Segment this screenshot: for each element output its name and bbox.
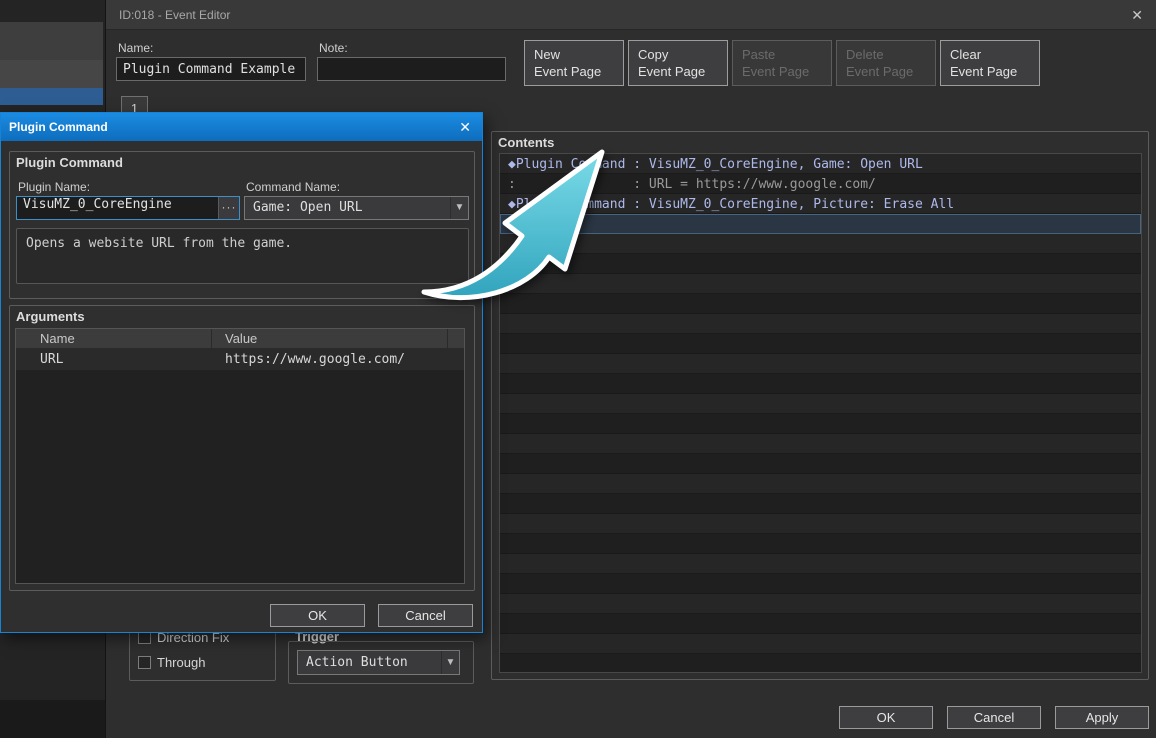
contents-row[interactable]	[500, 574, 1141, 594]
trigger-value: Action Button	[306, 655, 408, 670]
button-label: Event Page	[534, 64, 602, 79]
plugin-command-group: Plugin Command Plugin Name: VisuMZ_0_Cor…	[9, 151, 475, 299]
argument-value-cell: https://www.google.com/	[225, 352, 406, 367]
button-label: Event Page	[742, 64, 810, 79]
contents-row[interactable]	[500, 454, 1141, 474]
event-command-line[interactable]: ◆Plugin Command : VisuMZ_0_CoreEngine, P…	[508, 197, 954, 212]
contents-row[interactable]	[500, 394, 1141, 414]
arguments-group: Arguments Name Value URL https://www.goo…	[9, 305, 475, 591]
command-name-select[interactable]: Game: Open URL ▼	[244, 196, 469, 220]
contents-row[interactable]	[500, 514, 1141, 534]
button-label: Event Page	[846, 64, 914, 79]
plugin-name-value: VisuMZ_0_CoreEngine	[23, 197, 172, 212]
close-icon[interactable]: ✕	[459, 113, 471, 141]
contents-list[interactable]: ◆Plugin Command : VisuMZ_0_CoreEngine, G…	[499, 153, 1142, 673]
name-label: Name:	[118, 41, 154, 55]
chevron-down-icon: ▼	[441, 651, 459, 674]
contents-row[interactable]	[500, 414, 1141, 434]
contents-row[interactable]	[500, 294, 1141, 314]
contents-group: Contents ◆Plugin Command : VisuMZ_0_Core…	[491, 131, 1149, 680]
event-command-cursor-line[interactable]: ◆	[508, 217, 516, 232]
button-label: Delete	[846, 47, 884, 62]
trigger-group: Action Button ▼	[288, 641, 474, 684]
window-titlebar[interactable]: ID:018 - Event Editor ✕	[106, 0, 1156, 30]
browse-ellipsis-button[interactable]: ···	[218, 197, 239, 219]
contents-group-title: Contents	[498, 135, 555, 150]
contents-row[interactable]	[500, 334, 1141, 354]
contents-row[interactable]	[500, 274, 1141, 294]
command-description-box: Opens a website URL from the game.	[16, 228, 469, 284]
dialog-cancel-button[interactable]: Cancel	[378, 604, 473, 627]
command-name-label: Command Name:	[246, 180, 341, 194]
dialog-ok-button[interactable]: OK	[270, 604, 365, 627]
background-panel	[0, 22, 103, 60]
chevron-down-icon: ▼	[450, 197, 468, 219]
event-command-line[interactable]: : : URL = https://www.google.com/	[508, 177, 876, 192]
selected-row-highlight	[500, 214, 1141, 234]
command-name-value: Game: Open URL	[253, 200, 363, 215]
copy-event-page-button[interactable]: Copy Event Page	[628, 40, 728, 86]
apply-button[interactable]: Apply	[1055, 706, 1149, 729]
trigger-select[interactable]: Action Button ▼	[297, 650, 460, 675]
event-command-line[interactable]: ◆Plugin Command : VisuMZ_0_CoreEngine, G…	[508, 157, 923, 172]
note-label: Note:	[319, 41, 348, 55]
plugin-name-input[interactable]: VisuMZ_0_CoreEngine ···	[16, 196, 240, 220]
argument-name-cell: URL	[40, 352, 64, 367]
contents-row[interactable]	[500, 634, 1141, 654]
column-header-value[interactable]: Value	[212, 329, 448, 348]
through-checkbox[interactable]	[138, 656, 151, 669]
note-input[interactable]	[317, 57, 506, 81]
arguments-group-title: Arguments	[16, 309, 85, 324]
contents-row[interactable]	[500, 434, 1141, 454]
contents-row[interactable]	[500, 314, 1141, 334]
paste-event-page-button: Paste Event Page	[732, 40, 832, 86]
arguments-table-header: Name Value	[16, 329, 464, 349]
dialog-titlebar[interactable]: Plugin Command ✕	[1, 113, 482, 141]
contents-row[interactable]	[500, 254, 1141, 274]
cancel-button[interactable]: Cancel	[947, 706, 1041, 729]
button-label: Clear	[950, 47, 982, 62]
name-input[interactable]	[116, 57, 306, 81]
through-label: Through	[157, 655, 206, 670]
table-row[interactable]: URL https://www.google.com/	[16, 349, 464, 370]
contents-row[interactable]	[500, 554, 1141, 574]
arguments-table[interactable]: Name Value URL https://www.google.com/	[15, 328, 465, 584]
button-label: Paste	[742, 47, 776, 62]
plugin-command-dialog: Plugin Command ✕ Plugin Command Plugin N…	[0, 112, 483, 633]
ok-button[interactable]: OK	[839, 706, 933, 729]
background-panel	[0, 60, 103, 88]
plugin-command-group-title: Plugin Command	[16, 155, 123, 170]
new-event-page-button[interactable]: New Event Page	[524, 40, 624, 86]
command-description: Opens a website URL from the game.	[26, 236, 293, 251]
delete-event-page-button: Delete Event Page	[836, 40, 936, 86]
clear-event-page-button[interactable]: Clear Event Page	[940, 40, 1040, 86]
contents-row[interactable]	[500, 534, 1141, 554]
contents-row[interactable]	[500, 654, 1141, 672]
contents-row[interactable]	[500, 594, 1141, 614]
column-header-name[interactable]: Name	[16, 329, 212, 348]
plugin-name-label: Plugin Name:	[18, 180, 91, 194]
contents-row[interactable]	[500, 614, 1141, 634]
contents-row[interactable]	[500, 494, 1141, 514]
button-label: Event Page	[950, 64, 1018, 79]
contents-row[interactable]	[500, 474, 1141, 494]
background-panel	[0, 700, 105, 738]
contents-row[interactable]	[500, 234, 1141, 254]
contents-row[interactable]	[500, 374, 1141, 394]
column-header-spacer	[448, 329, 464, 348]
button-label: Event Page	[638, 64, 706, 79]
contents-row[interactable]	[500, 354, 1141, 374]
background-selected-item	[0, 88, 103, 105]
button-label: New	[534, 47, 561, 62]
button-label: Copy	[638, 47, 669, 62]
window-title: ID:018 - Event Editor	[119, 8, 231, 22]
dialog-title: Plugin Command	[9, 120, 108, 134]
close-icon[interactable]: ✕	[1131, 0, 1143, 30]
